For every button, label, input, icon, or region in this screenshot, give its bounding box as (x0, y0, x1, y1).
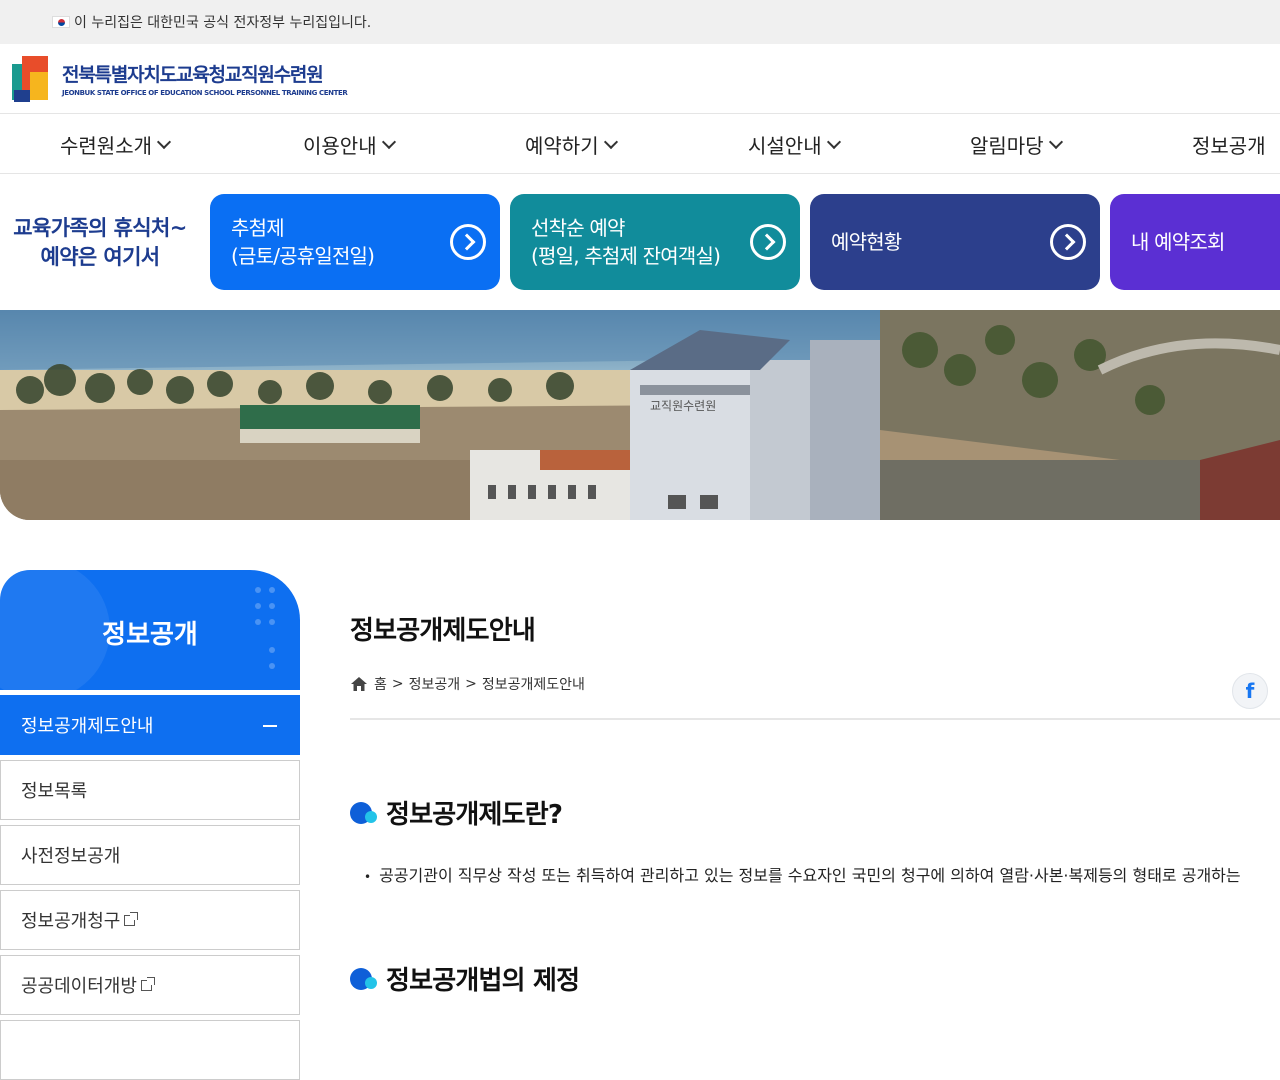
bullet-dot-icon (350, 800, 378, 826)
nav-item-disclosure[interactable]: 정보공개 (1192, 130, 1266, 159)
gov-notice-bar: 이 누리집은 대한민국 공식 전자정부 누리집입니다. (0, 0, 1280, 44)
reservation-status-button[interactable]: 예약현황 (810, 194, 1100, 290)
page-title: 정보공개제도안내 (350, 616, 536, 646)
quick-title: 교육가족의 휴식처~ 예약은 여기서 (13, 216, 187, 269)
breadcrumb-disclosure[interactable]: 정보공개 (409, 674, 461, 694)
sidebar-title: 정보공개 (102, 620, 198, 650)
building-sign: 교직원수련원 (650, 399, 716, 413)
external-link-icon (140, 976, 155, 991)
nav-item-reservation[interactable]: 예약하기 (525, 130, 618, 159)
korea-flag-icon (52, 16, 70, 28)
gov-notice-text: 이 누리집은 대한민국 공식 전자정부 누리집입니다. (74, 15, 372, 31)
sidebar-item-prior-disclosure[interactable]: 사전정보공개 (0, 825, 300, 885)
breadcrumb: 홈 > 정보공개 > 정보공개제도안내 (350, 674, 585, 694)
nav-item-facilities[interactable]: 시설안내 (748, 130, 841, 159)
external-link-icon (124, 911, 139, 926)
logo-subtitle: JEONBUK STATE OFFICE OF EDUCATION SCHOOL… (62, 89, 348, 97)
nav-item-guide[interactable]: 이용안내 (303, 130, 396, 159)
logo[interactable]: 전북특별자치도교육청교직원수련원 JEONBUK STATE OFFICE OF… (62, 60, 348, 97)
sidebar-item-next[interactable] (0, 1020, 300, 1080)
hero-banner-image: 교직원수련원 (0, 310, 1280, 520)
sidebar-item-info-list[interactable]: 정보목록 (0, 760, 300, 820)
home-icon[interactable] (350, 676, 368, 692)
arrow-right-circle-icon (450, 224, 486, 260)
first-come-reservation-button[interactable]: 선착순 예약 (평일, 추첨제 잔여객실) (510, 194, 800, 290)
sidebar-item-open-data[interactable]: 공공데이터개방 (0, 955, 300, 1015)
content-divider (350, 718, 1280, 720)
arrow-right-circle-icon (750, 224, 786, 260)
logo-title: 전북특별자치도교육청교직원수련원 (62, 64, 324, 86)
quick-reservation-bar: 교육가족의 휴식처~ 예약은 여기서 추첨제 (금토/공휴일전일) 선착순 예약(… (0, 174, 1280, 310)
arrow-right-circle-icon (1050, 224, 1086, 260)
sidebar-header: 정보공개 (0, 570, 300, 690)
chevron-down-icon (826, 134, 841, 149)
sidebar-item-disclosure-request[interactable]: 정보공개청구 (0, 890, 300, 950)
chevron-down-icon (156, 134, 172, 149)
section-title-disclosure-system: 정보공개제도란? (350, 794, 563, 831)
nav-item-intro[interactable]: 수련원소개 (60, 130, 172, 159)
banner-scene: 교직원수련원 (0, 310, 1280, 520)
facebook-share-icon[interactable]: f (1232, 673, 1268, 709)
my-reservation-button[interactable]: 내 예약조회 (1110, 194, 1280, 290)
nav-item-notice[interactable]: 알림마당 (970, 130, 1063, 159)
logo-icon[interactable] (12, 54, 58, 104)
section-text-disclosure-system: 공공기관이 직무상 작성 또는 취득하여 관리하고 있는 정보를 수요자인 국민… (364, 862, 1241, 886)
chevron-down-icon (603, 134, 618, 149)
lottery-reservation-button[interactable]: 추첨제 (금토/공휴일전일) (210, 194, 500, 290)
section-title-disclosure-law: 정보공개법의 제정 (350, 960, 580, 997)
main-navigation: 수련원소개 이용안내 예약하기 시설안내 알림마당 정보공개 (0, 114, 1280, 174)
chevron-down-icon (1048, 134, 1063, 149)
breadcrumb-current: 정보공개제도안내 (481, 677, 585, 693)
bullet-dot-icon (350, 966, 378, 992)
site-header: 전북특별자치도교육청교직원수련원 JEONBUK STATE OFFICE OF… (0, 44, 1280, 114)
sidebar-item-disclosure-guide[interactable]: 정보공개제도안내 (0, 695, 300, 755)
minus-icon (263, 725, 277, 727)
breadcrumb-home[interactable]: 홈 (374, 674, 387, 694)
chevron-down-icon (381, 134, 396, 149)
